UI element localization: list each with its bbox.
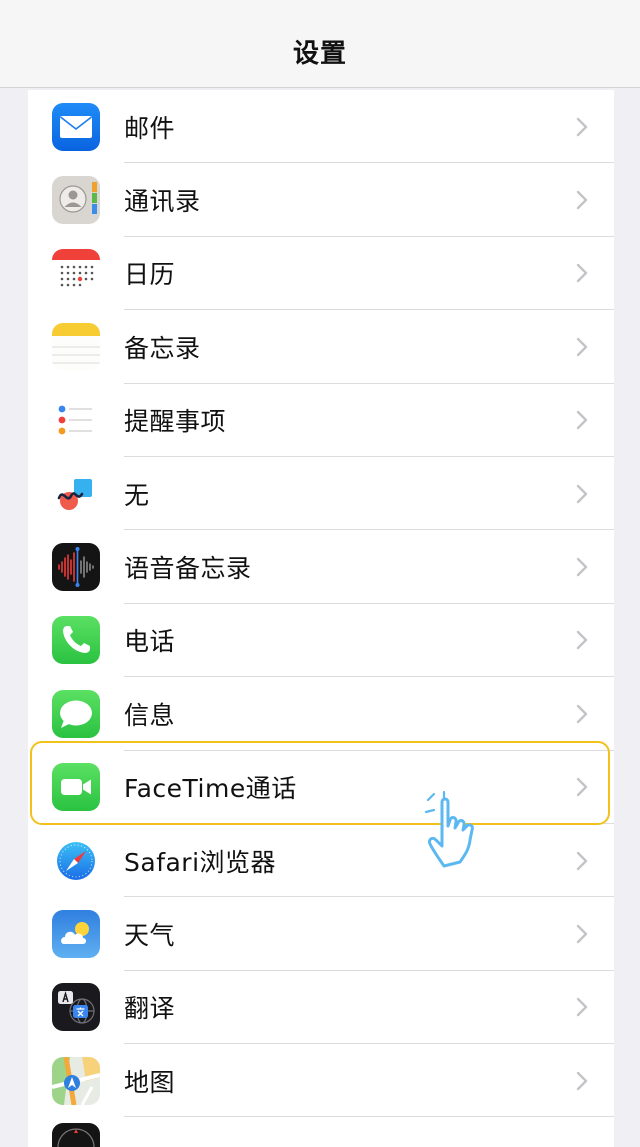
settings-row-label: 邮件: [124, 113, 176, 143]
safari-icon: [52, 836, 100, 885]
contacts-icon: [52, 176, 100, 225]
settings-row-mail[interactable]: 邮件: [28, 90, 614, 164]
settings-row-label: Safari浏览器: [124, 847, 277, 877]
compass-icon: [52, 1123, 100, 1147]
settings-row-label: 日历: [124, 260, 176, 290]
chevron-right-icon: [576, 704, 588, 724]
settings-list: 邮件 通讯录 日历 备忘录 提醒事项 无 语音备忘录 电话 信息 FaceTim…: [28, 90, 614, 1147]
settings-row-label: 备忘录: [124, 333, 201, 363]
settings-row-phone[interactable]: 电话: [28, 604, 614, 678]
voice-memos-icon: [52, 543, 100, 592]
settings-row-label: 翻译: [124, 994, 176, 1024]
settings-row-contacts[interactable]: 通讯录: [28, 163, 614, 237]
settings-row-label: 信息: [124, 700, 176, 730]
chevron-right-icon: [576, 1071, 588, 1091]
settings-row-freeform[interactable]: 无: [28, 457, 614, 531]
chevron-right-icon: [576, 484, 588, 504]
settings-row-label: 无: [124, 480, 150, 510]
settings-row-voice-memos[interactable]: 语音备忘录: [28, 530, 614, 604]
freeform-icon: [52, 469, 100, 518]
chevron-right-icon: [576, 997, 588, 1017]
facetime-icon: [52, 763, 100, 812]
reminders-icon: [52, 396, 100, 445]
settings-row-notes[interactable]: 备忘录: [28, 310, 614, 384]
chevron-right-icon: [576, 410, 588, 430]
settings-row-label: 地图: [124, 1067, 176, 1097]
chevron-right-icon: [576, 263, 588, 283]
settings-row-label: 天气: [124, 920, 176, 950]
chevron-right-icon: [576, 851, 588, 871]
chevron-right-icon: [576, 777, 588, 797]
settings-row-calendar[interactable]: 日历: [28, 237, 614, 311]
settings-row-facetime[interactable]: FaceTime通话: [28, 751, 614, 824]
chevron-right-icon: [576, 190, 588, 210]
weather-icon: [52, 909, 100, 958]
chevron-right-icon: [576, 924, 588, 944]
notes-icon: [52, 322, 100, 371]
settings-row-safari[interactable]: Safari浏览器: [28, 824, 614, 898]
translate-icon: [52, 983, 100, 1032]
settings-row-weather[interactable]: 天气: [28, 897, 614, 971]
settings-row-label: 电话: [124, 627, 176, 657]
settings-row-messages[interactable]: 信息: [28, 677, 614, 751]
mail-icon: [52, 102, 100, 151]
chevron-right-icon: [576, 557, 588, 577]
phone-icon: [52, 616, 100, 665]
chevron-right-icon: [576, 337, 588, 357]
settings-row-partial[interactable]: [28, 1117, 614, 1147]
settings-row-label: 语音备忘录: [124, 554, 252, 584]
settings-row-label: FaceTime通话: [124, 774, 297, 804]
messages-icon: [52, 689, 100, 738]
navigation-bar: 设置: [0, 0, 640, 88]
settings-row-reminders[interactable]: 提醒事项: [28, 384, 614, 457]
page-title: 设置: [292, 39, 347, 69]
maps-icon: [52, 1056, 100, 1105]
calendar-icon: [52, 249, 100, 298]
chevron-right-icon: [576, 117, 588, 137]
settings-row-maps[interactable]: 地图: [28, 1044, 614, 1118]
chevron-right-icon: [576, 630, 588, 650]
settings-row-translate[interactable]: 翻译: [28, 971, 614, 1045]
settings-row-label: 提醒事项: [124, 407, 227, 437]
settings-row-label: 通讯录: [124, 187, 201, 217]
